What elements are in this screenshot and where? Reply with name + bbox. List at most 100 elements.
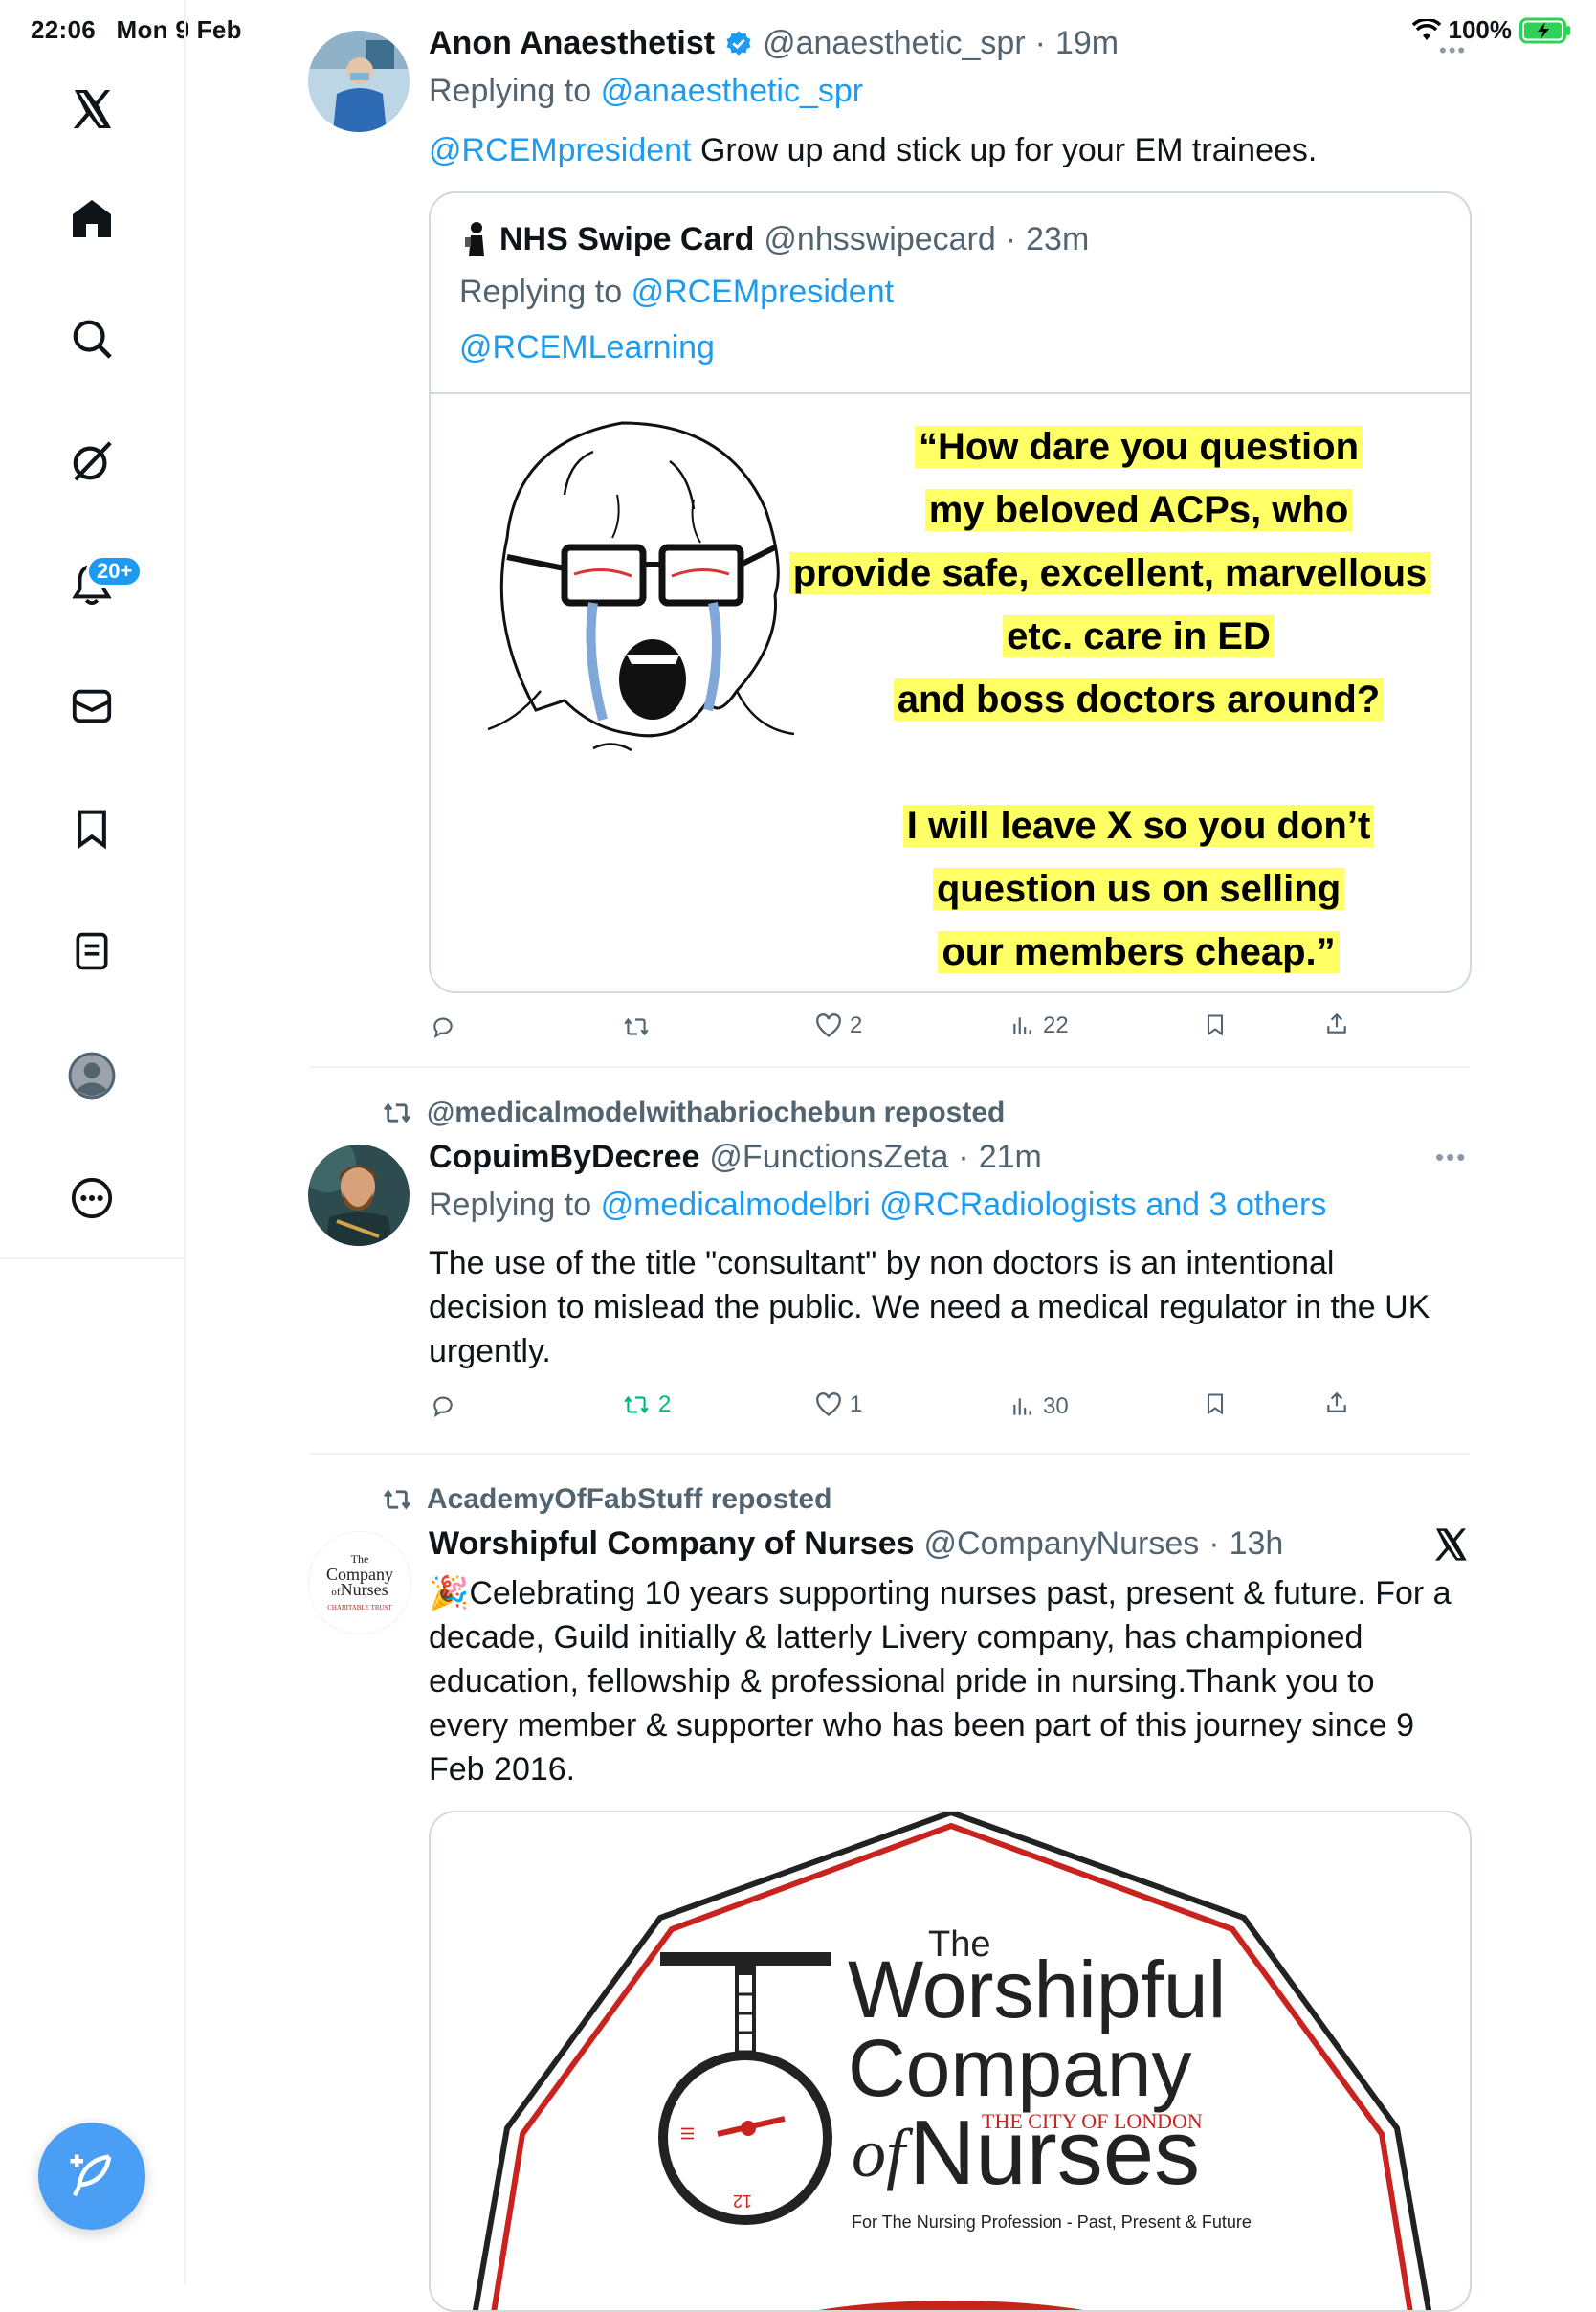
quote-mention-link[interactable]: @RCEMLearning	[459, 329, 715, 366]
more-icon[interactable]	[63, 1169, 121, 1227]
notifications-badge: 20+	[86, 555, 144, 588]
tweet-2-time[interactable]: 21m	[979, 1139, 1042, 1176]
tweet-1-author-name[interactable]: Anon Anaesthetist	[429, 25, 715, 62]
lists-icon[interactable]	[63, 923, 121, 980]
x-logo-icon	[1431, 1525, 1470, 1568]
repost-icon	[384, 1102, 410, 1123]
avatar-logo-trust: CHARITABLE TRUST	[327, 1603, 392, 1612]
tweet-2-repost-line: @medicalmodelwithabriochebun reposted	[381, 1097, 1005, 1129]
tweet-2-line-2: decision to mislead the public. We need …	[429, 1289, 1430, 1325]
meme-text-2: my beloved ACPs, who	[924, 489, 1353, 531]
meme-line-6: I will leave X so you don’t	[852, 794, 1426, 857]
quote-author-name[interactable]: NHS Swipe Card	[499, 221, 754, 258]
tweet-2-replying: Replying to @medicalmodelbri @RCRadiolog…	[429, 1187, 1326, 1224]
tweet-2-reposted-by[interactable]: @medicalmodelwithabriochebun reposted	[427, 1097, 1005, 1129]
quote-mention: @RCEMLearning	[459, 329, 715, 367]
bookmarks-icon[interactable]	[63, 800, 121, 857]
views-icon	[1013, 1398, 1031, 1415]
reply-button[interactable]	[431, 1014, 463, 1039]
messages-icon[interactable]	[63, 678, 121, 735]
meme-line-1: “How dare you question	[871, 415, 1407, 478]
tweet-2-replying-links[interactable]: @medicalmodelbri @RCRadiologists and 3 o…	[601, 1187, 1327, 1223]
tweet-3-time[interactable]: 13h	[1230, 1525, 1284, 1563]
grok-icon[interactable]	[63, 433, 121, 490]
tweet-2-more-options-icon[interactable]: •••	[1435, 1143, 1467, 1172]
tweet-3-media-image[interactable]: 12 III The Worshipful Company of THE CIT…	[429, 1811, 1472, 2312]
tweet-2-header: CopuimByDecree @FunctionsZeta · 21m	[429, 1139, 1042, 1176]
sidebar-divider	[0, 1257, 184, 1259]
views-icon	[1013, 1017, 1031, 1034]
tweet-2-avatar[interactable]	[308, 1145, 410, 1246]
media-title-worshipful: Worshipful	[848, 1945, 1226, 2034]
repost-button[interactable]: 2	[622, 1391, 671, 1418]
heart-icon	[816, 1013, 841, 1037]
search-icon[interactable]	[63, 310, 121, 367]
meme-text-8: our members cheap.”	[938, 931, 1340, 973]
compose-feather-icon	[70, 2154, 112, 2197]
tweet-3-handle[interactable]: @CompanyNurses	[924, 1525, 1200, 1563]
meme-line-7: question us on selling	[871, 857, 1407, 921]
media-title-of: of	[852, 2115, 914, 2191]
like-button[interactable]: 2	[815, 1012, 862, 1039]
profile-avatar-icon[interactable]	[63, 1047, 121, 1104]
x-logo-icon[interactable]	[63, 80, 121, 138]
meme-text-3: provide safe, excellent, marvellous	[788, 552, 1431, 594]
bookmark-button[interactable]	[1204, 1391, 1227, 1416]
quote-meme-image[interactable]: “How dare you question my beloved ACPs, …	[431, 394, 1470, 991]
tweet-1-handle[interactable]: @anaesthetic_spr	[763, 25, 1026, 62]
quote-replying: Replying to @RCEMpresident	[459, 274, 894, 311]
quote-replying-link[interactable]: @RCEMpresident	[632, 274, 895, 310]
tweet-2-line-1: The use of the title "consultant" by non…	[429, 1245, 1335, 1281]
meme-line-3: provide safe, excellent, marvellous	[756, 542, 1464, 605]
quote-handle[interactable]: @nhsswipecard	[764, 221, 995, 258]
reply-button[interactable]	[431, 1393, 463, 1418]
views-button[interactable]: 30	[1010, 1393, 1069, 1420]
compose-post-button[interactable]	[38, 2123, 145, 2230]
views-count: 22	[1043, 1012, 1069, 1038]
tweet-3-line-1: 🎉Celebrating 10 years supporting nurses …	[429, 1575, 1452, 1612]
tweet-3-avatar[interactable]: The Company ofNurses CHARITABLE TRUST	[308, 1531, 411, 1634]
tweet-divider	[310, 1453, 1470, 1455]
tweet-1-time[interactable]: 19m	[1055, 25, 1119, 62]
share-button[interactable]	[1324, 1011, 1349, 1037]
tweet-2-replying-label: Replying to	[429, 1187, 592, 1223]
meme-text-1: “How dare you question	[914, 426, 1363, 468]
tweet-2-author-name[interactable]: CopuimByDecree	[429, 1139, 699, 1176]
tweet-3-line-3: education, fellowship & professional pri…	[429, 1663, 1375, 1700]
tweet-2-text: The use of the title "consultant" by non…	[429, 1241, 1430, 1373]
tweet-3-author-name[interactable]: Worshipful Company of Nurses	[429, 1525, 915, 1563]
repost-count: 2	[658, 1391, 672, 1417]
quote-header: NHS Swipe Card @nhsswipecard · 23m	[459, 220, 1089, 258]
repost-button[interactable]	[622, 1014, 658, 1039]
quote-replying-label: Replying to	[459, 274, 623, 310]
views-button[interactable]: 22	[1010, 1012, 1069, 1039]
mention-link[interactable]: @RCEMpresident	[429, 132, 692, 168]
tweet-2-handle[interactable]: @FunctionsZeta	[709, 1139, 948, 1176]
tweet-3-line-2: decade, Guild initially & latterly Liver…	[429, 1619, 1363, 1656]
meme-text-6: I will leave X so you don’t	[902, 805, 1375, 847]
tweet-3-line-4: every member & supporter who has been pa…	[429, 1707, 1414, 1744]
repost-icon	[384, 1489, 410, 1510]
share-button[interactable]	[1324, 1389, 1349, 1416]
replying-label: Replying to	[429, 73, 592, 109]
quoted-tweet-card[interactable]: NHS Swipe Card @nhsswipecard · 23m Reply…	[429, 191, 1472, 993]
quote-time: 23m	[1026, 220, 1090, 257]
tweet-3-reposted-by[interactable]: AcademyOfFabStuff reposted	[427, 1483, 831, 1516]
quote-avatar-icon	[465, 222, 484, 256]
heart-icon	[816, 1392, 841, 1416]
repost-icon	[624, 1017, 649, 1036]
multitasking-dots-icon[interactable]: •••	[1439, 38, 1467, 63]
media-clock-12: 12	[733, 2191, 752, 2211]
like-button[interactable]: 1	[815, 1391, 862, 1418]
tweet-3-header: Worshipful Company of Nurses @CompanyNur…	[429, 1525, 1284, 1563]
tweet-2-line-3: urgently.	[429, 1333, 551, 1369]
tweet-1-text: @RCEMpresident Grow up and stick up for …	[429, 128, 1317, 172]
home-icon[interactable]	[63, 189, 121, 247]
avatar-logo-nurses: Nurses	[340, 1579, 388, 1599]
replying-to-link[interactable]: @anaesthetic_spr	[601, 73, 864, 109]
meme-text-7: question us on selling	[932, 868, 1345, 910]
tweet-1-avatar[interactable]	[308, 31, 410, 132]
bookmark-button[interactable]	[1204, 1012, 1227, 1037]
media-tagline: For The Nursing Profession - Past, Prese…	[852, 2212, 1252, 2232]
tweet-1-header: Anon Anaesthetist @anaesthetic_spr · 19m	[429, 25, 1119, 62]
